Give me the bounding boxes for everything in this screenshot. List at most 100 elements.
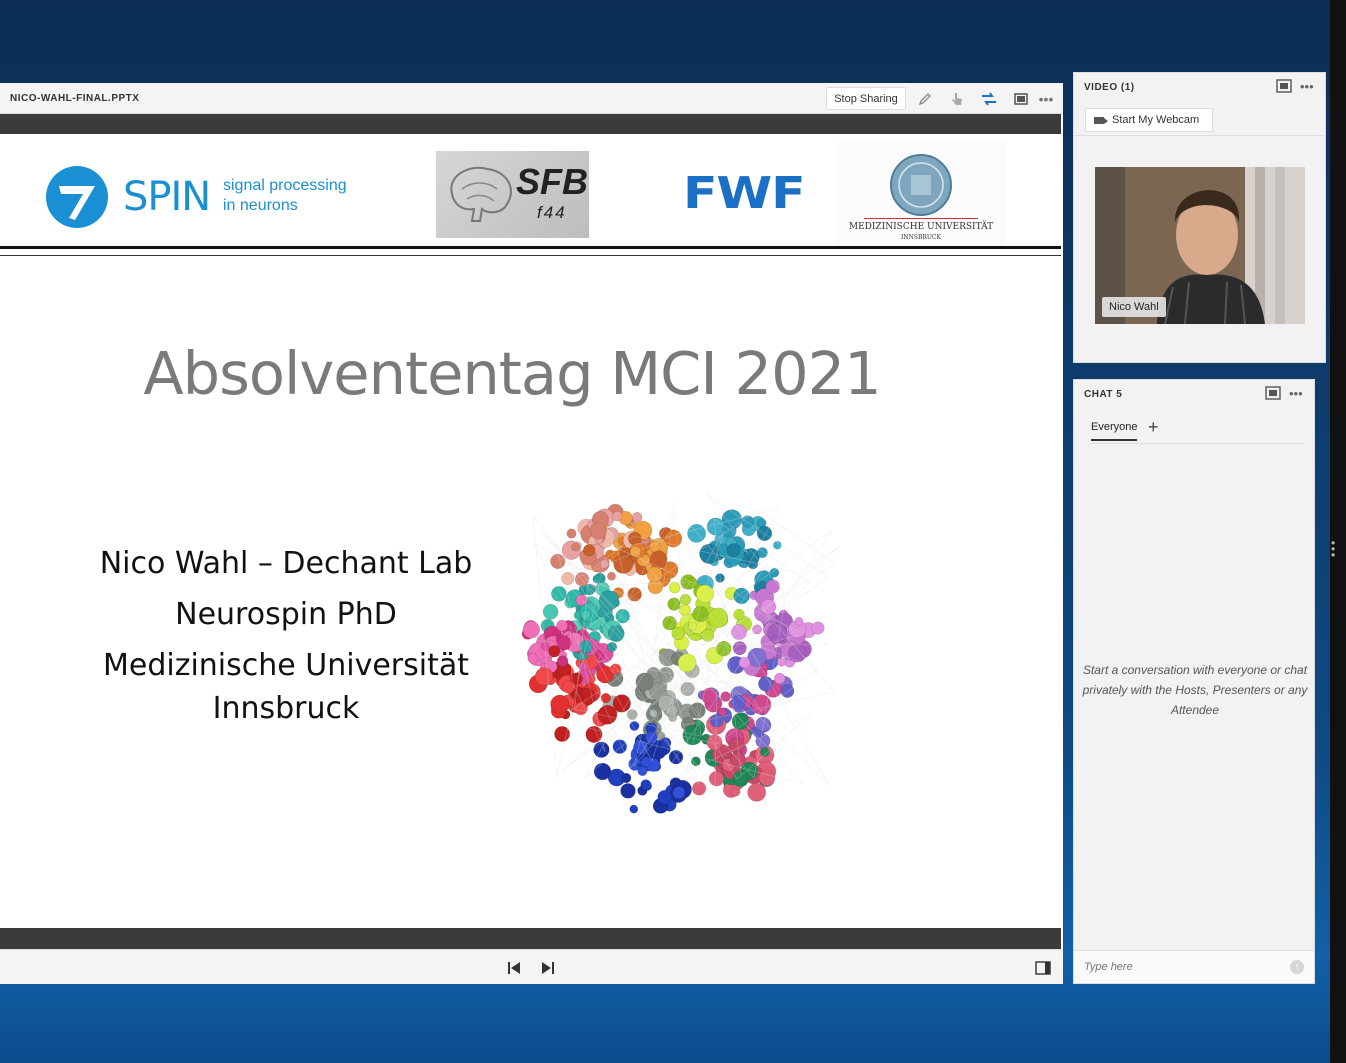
video-pod: VIDEO (1) ••• Start My Webcam Nico Wahl (1073, 72, 1326, 363)
molecule-sphere (620, 772, 632, 784)
molecule-sphere (777, 657, 787, 667)
molecule-sphere (582, 544, 596, 557)
molecule-sphere (657, 789, 672, 805)
sfb-logo-sub: f44 (537, 203, 567, 222)
molecule-sphere (620, 783, 636, 799)
molecule-sphere (758, 769, 776, 787)
share-pod-title: NICO-WAHL-FINAL.PPTX (10, 93, 140, 104)
molecule-sphere (534, 667, 554, 686)
camera-icon (1094, 116, 1108, 124)
molecule-sphere (733, 608, 745, 621)
molecule-sphere (765, 579, 780, 594)
logo-divider (0, 246, 1061, 256)
molecule-sphere (612, 694, 631, 713)
chat-input-area: ↑ (1074, 950, 1314, 983)
slide-bottom-bar (0, 928, 1061, 949)
molecule-sphere (686, 577, 698, 589)
stop-sharing-button[interactable]: Stop Sharing (826, 87, 906, 110)
molecule-sphere (637, 765, 648, 776)
slide-title: Absolvententag MCI 2021 (143, 339, 881, 408)
molecule-sphere (571, 542, 580, 552)
molecule-sphere (589, 522, 607, 540)
molecule-sphere (640, 779, 652, 791)
molecule-sphere (527, 653, 539, 664)
molecule-sphere (747, 782, 767, 802)
molecule-sphere (593, 762, 612, 781)
molecule-sphere (726, 543, 741, 557)
tab-everyone[interactable]: Everyone (1091, 421, 1138, 441)
author-line-2: Neurospin PhD (175, 597, 397, 632)
author-line-3: Medizinische Universität (102, 648, 469, 683)
mui-logo-line1: MEDIZINISCHE UNIVERSITÄT (848, 222, 994, 232)
start-webcam-button[interactable]: Start My Webcam (1085, 108, 1213, 132)
fullscreen-icon[interactable] (1011, 89, 1031, 109)
add-chat-tab-icon[interactable]: + (1148, 417, 1159, 438)
molecule-sphere (672, 786, 686, 800)
molecule-sphere (631, 511, 643, 523)
sfb-logo-text: SFB (516, 161, 588, 202)
right-edge-strip (1330, 0, 1346, 1063)
slide-canvas: SPIN signal processing in neurons SFB f4… (0, 134, 1061, 928)
molecule-sphere (580, 609, 591, 620)
molecule-sphere (611, 510, 623, 522)
molecule-sphere (522, 621, 540, 639)
more-icon[interactable]: ••• (1036, 89, 1056, 109)
molecule-sphere (710, 713, 724, 728)
molecule-sphere (566, 528, 577, 539)
chat-pod-title: CHAT 5 (1084, 389, 1123, 400)
send-icon[interactable]: ↑ (1290, 960, 1304, 974)
spin-logo: SPIN signal processing in neurons (45, 164, 365, 230)
molecule-sphere (561, 572, 575, 586)
molecule-sphere (708, 771, 725, 787)
molecule-sphere (542, 604, 559, 620)
chat-fullscreen-icon[interactable] (1265, 386, 1281, 403)
author-line-4: Innsbruck (212, 691, 360, 726)
share-pod-footer (0, 949, 1063, 984)
start-webcam-label: Start My Webcam (1112, 114, 1200, 126)
next-slide-icon[interactable] (537, 957, 559, 979)
molecule-sphere (556, 619, 568, 632)
mui-logo: MEDIZINISCHE UNIVERSITÄT INNSBRUCK (836, 142, 1006, 246)
video-pod-title: VIDEO (1) (1084, 82, 1135, 93)
spin-logo-text: SPIN (123, 174, 211, 220)
molecule-sphere (635, 672, 654, 691)
pen-icon[interactable] (915, 89, 935, 109)
spin-logo-sub1: signal processing (223, 177, 347, 194)
video-fullscreen-icon[interactable] (1276, 79, 1292, 96)
molecule-sphere (692, 781, 707, 796)
molecule-sphere (669, 581, 681, 594)
spin-logo-sub2: in neurons (223, 197, 298, 214)
molecule-sphere (629, 804, 639, 814)
chat-pod: CHAT 5 ••• Everyone + Start a conversati… (1073, 379, 1315, 984)
molecule-sphere (640, 756, 652, 768)
molecule-sphere (556, 655, 569, 667)
chat-more-icon[interactable]: ••• (1289, 386, 1303, 401)
molecule-sphere (607, 641, 618, 652)
slide-top-bar (0, 114, 1061, 134)
pointer-icon[interactable] (947, 89, 967, 109)
fwf-logo: FWF (683, 168, 806, 219)
logo-strip: SPIN signal processing in neurons SFB f4… (0, 134, 1061, 249)
edge-more-icon[interactable]: • • • (1331, 537, 1335, 561)
video-more-icon[interactable]: ••• (1300, 79, 1314, 94)
chat-input[interactable] (1084, 959, 1274, 975)
share-pod-header: NICO-WAHL-FINAL.PPTX Stop Sharing ••• (0, 83, 1063, 114)
previous-slide-icon[interactable] (503, 957, 525, 979)
toggle-sidebar-icon[interactable] (1032, 957, 1054, 979)
molecule-sphere (550, 694, 570, 714)
sync-icon[interactable] (979, 89, 999, 109)
chat-empty-message: Start a conversation with everyone or ch… (1082, 663, 1308, 717)
molecule-sphere (794, 616, 804, 626)
molecule-sphere (692, 606, 709, 623)
molecule-sphere (811, 621, 825, 635)
author-line-1: Nico Wahl – Dechant Lab (99, 546, 473, 581)
participant-name-tag: Nico Wahl (1102, 297, 1166, 317)
molecule-sphere (774, 672, 786, 685)
participant-video: Nico Wahl (1095, 167, 1305, 324)
molecule-sphere (747, 558, 759, 570)
molecule-sphere (695, 584, 715, 604)
mui-logo-line2: INNSBRUCK (900, 234, 942, 241)
molecule-sphere (788, 644, 807, 663)
molecule-sphere (557, 635, 572, 651)
video-divider (1074, 135, 1325, 136)
